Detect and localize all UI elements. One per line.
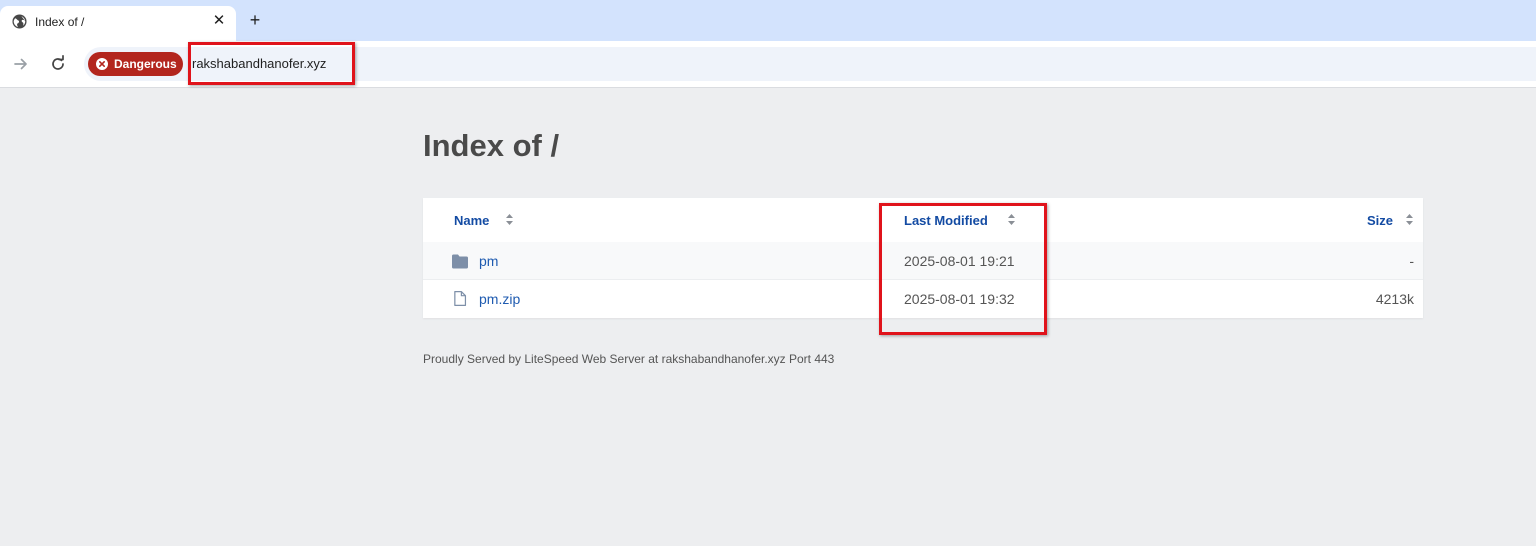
tab-title: Index of /: [35, 15, 85, 29]
sort-icon[interactable]: [506, 214, 513, 225]
address-bar[interactable]: Dangerous rakshabandhanofer.xyz: [84, 47, 1536, 81]
sort-icon[interactable]: [1406, 214, 1413, 225]
file-listing-table: Name Last Modified Size pm 2025-08-01 19…: [423, 198, 1423, 318]
entry-link-pm-zip[interactable]: pm.zip: [479, 291, 520, 307]
modified-date: 2025-08-01 19:21: [904, 253, 1015, 269]
dangerous-site-badge[interactable]: Dangerous: [88, 52, 183, 76]
server-footer: Proudly Served by LiteSpeed Web Server a…: [423, 352, 835, 366]
forward-arrow-icon[interactable]: [11, 54, 31, 74]
folder-icon: [452, 254, 468, 269]
column-header-last-modified[interactable]: Last Modified: [904, 213, 988, 228]
table-header: Name Last Modified Size: [423, 198, 1423, 243]
entry-link-pm[interactable]: pm: [479, 253, 498, 269]
tab-strip: Index of / ✕ +: [0, 0, 1536, 41]
file-icon: [454, 291, 467, 306]
close-tab-icon[interactable]: ✕: [210, 12, 228, 30]
modified-date: 2025-08-01 19:32: [904, 291, 1015, 307]
column-header-size[interactable]: Size: [1367, 213, 1393, 228]
globe-icon: [12, 14, 27, 29]
url-text[interactable]: rakshabandhanofer.xyz: [192, 56, 326, 71]
error-icon: [96, 58, 108, 70]
browser-tab[interactable]: Index of / ✕: [0, 6, 236, 41]
reload-icon[interactable]: [48, 54, 68, 74]
dangerous-label: Dangerous: [114, 57, 177, 71]
sort-icon[interactable]: [1008, 214, 1015, 225]
file-size: 4213k: [1375, 291, 1414, 307]
table-row[interactable]: pm 2025-08-01 19:21 -: [423, 242, 1423, 280]
file-size: -: [1409, 253, 1414, 269]
new-tab-button[interactable]: +: [245, 10, 265, 30]
column-header-name[interactable]: Name: [454, 213, 489, 228]
page-title: Index of /: [423, 128, 560, 163]
table-row[interactable]: pm.zip 2025-08-01 19:32 4213k: [423, 280, 1423, 318]
browser-toolbar: Dangerous rakshabandhanofer.xyz: [0, 41, 1536, 88]
